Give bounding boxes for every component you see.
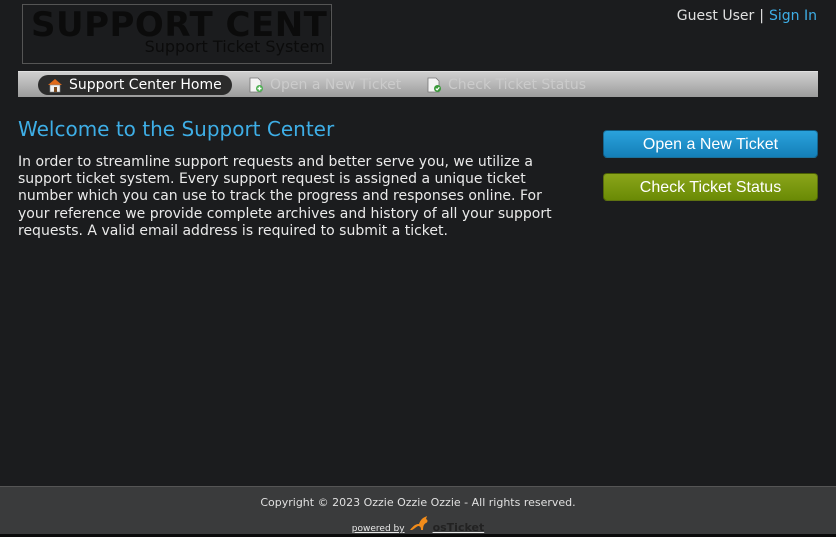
nav-item-label: Open a New Ticket: [270, 77, 402, 93]
nav-item-label: Check Ticket Status: [448, 77, 586, 93]
main-nav: Support Center Home Open a New Ticket Ch…: [18, 71, 818, 97]
ticket-status-icon: [426, 77, 442, 93]
intro-paragraph: In order to streamline support requests …: [18, 154, 552, 239]
copyright-text: Copyright © 2023 Ozzie Ozzie Ozzie - All…: [260, 496, 576, 509]
kangaroo-logo-icon: [408, 515, 432, 534]
powered-by-label: powered by: [351, 524, 405, 534]
new-ticket-icon: [248, 77, 264, 93]
nav-item-label: Support Center Home: [69, 77, 222, 93]
page-title: Welcome to the Support Center: [18, 117, 335, 141]
nav-item-check-status[interactable]: Check Ticket Status: [426, 75, 586, 95]
nav-item-open-ticket[interactable]: Open a New Ticket: [248, 75, 401, 95]
footer: Copyright © 2023 Ozzie Ozzie Ozzie - All…: [0, 486, 836, 535]
home-icon: [47, 77, 63, 93]
sign-in-link[interactable]: Sign In: [769, 8, 817, 24]
check-status-button[interactable]: Check Ticket Status: [603, 173, 818, 201]
user-bar: Guest User | Sign In: [677, 8, 817, 24]
nav-item-home[interactable]: Support Center Home: [38, 75, 232, 95]
main-content: Welcome to the Support Center In order t…: [18, 116, 568, 240]
sidebar: Open a New Ticket Check Ticket Status: [603, 130, 818, 201]
user-bar-separator: |: [759, 8, 764, 24]
logo-subtitle: Support Ticket System: [144, 37, 325, 56]
osticket-brand: osTicket: [432, 521, 485, 534]
guest-user-label: Guest User: [676, 8, 755, 24]
open-ticket-button[interactable]: Open a New Ticket: [603, 130, 818, 158]
powered-by-link[interactable]: powered by osTicket: [352, 515, 484, 534]
logo[interactable]: SUPPORT CENTER Support Ticket System: [22, 4, 332, 64]
